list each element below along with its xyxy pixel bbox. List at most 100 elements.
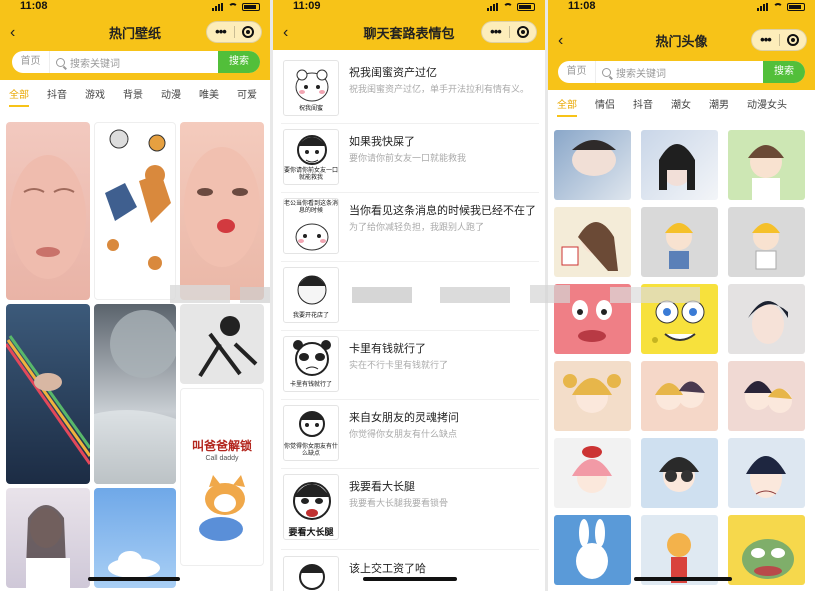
sticker-list-item[interactable]: 祝我闺蜜 祝我闺蜜资产过亿 祝我闺蜜资产过亿，单手开法拉利有情有义。 [281, 56, 539, 124]
sky-cloud-image [108, 551, 160, 578]
wallpaper-tile[interactable] [6, 488, 90, 588]
item-title: 该上交工资了哈 [349, 563, 426, 575]
sticker-list-item[interactable]: 该上交工资了哈 [281, 552, 539, 591]
wifi-icon [773, 3, 783, 11]
item-subtitle: 要你请你前女友一口就能救我 [349, 153, 467, 163]
wallpaper-tile[interactable] [94, 488, 176, 588]
avatar-image [746, 456, 786, 498]
avatar-tile[interactable] [728, 361, 805, 431]
tab-trendy-female[interactable]: 潮女 [662, 92, 700, 120]
sticker-list-item[interactable]: 要你请你前女友一口就能救我 如果我快屎了 要你请你前女友一口就能救我 [281, 125, 539, 193]
sticker-caption: 要看大长腿 [288, 527, 334, 537]
avatar-image [752, 223, 780, 270]
sticker-caption: 要你请你前女友一口就能救我 [284, 168, 339, 181]
item-title: 我要看大长腿 [349, 481, 415, 493]
wallpaper-tile[interactable] [94, 122, 176, 300]
signal-icon [757, 3, 769, 11]
planet-sea-image [94, 310, 176, 484]
tab-douyin[interactable]: 抖音 [38, 82, 76, 110]
avatar-tile[interactable] [728, 207, 805, 277]
avatar-tile[interactable] [554, 130, 631, 200]
home-indicator [88, 577, 180, 581]
wifi-icon [228, 3, 238, 11]
item-subtitle: 实在不行卡里有钱就行了 [349, 360, 449, 370]
status-bar: 11:09 [273, 0, 545, 18]
wallpaper-tile[interactable] [6, 304, 90, 484]
avatar-tile[interactable] [554, 361, 631, 431]
sticker-thumbnail: 要你请你前女友一口就能救我 [283, 129, 339, 185]
sticker-list-item[interactable]: 卡里有钱就行了 卡里有钱就行了 实在不行卡里有钱就行了 [281, 332, 539, 400]
wallpaper-tile[interactable] [94, 304, 176, 484]
avatar-tile[interactable] [554, 207, 631, 277]
more-icon[interactable]: ••• [752, 31, 779, 49]
sticker-thumbnail [283, 556, 339, 591]
cartoon-cat-mouse-image [105, 129, 171, 270]
close-miniapp-icon[interactable] [235, 26, 261, 38]
miniapp-capsule: ••• [206, 21, 262, 43]
item-subtitle: 我要看大长腿我要看锁骨 [349, 498, 449, 508]
avatar-image [748, 145, 784, 200]
wifi-icon [503, 3, 513, 11]
search-button[interactable]: 搜索 [763, 61, 805, 83]
more-icon[interactable]: ••• [207, 23, 234, 41]
wallpaper-tile[interactable] [6, 122, 90, 300]
tab-background[interactable]: 背景 [114, 82, 152, 110]
sticker-list-item[interactable]: 要看大长腿 我要看大长腿 我要看大长腿我要看锁骨 [281, 470, 539, 550]
status-bar: 11:08 [0, 0, 270, 18]
sticker-thumbnail: 卡里有钱就行了 [283, 336, 339, 392]
sticker-caption: 你觉得你女朋友有什么缺点 [284, 444, 339, 457]
search-button[interactable]: 搜索 [218, 51, 260, 73]
girl-portrait-image [26, 505, 70, 588]
home-link[interactable]: 首页 [558, 61, 596, 83]
ocean-rainbow-image [6, 335, 90, 465]
sticker-list-item[interactable]: 你觉得你女朋友有什么缺点 来自女朋友的灵魂拷问 你觉得你女朋友有什么缺点 [281, 401, 539, 469]
wallpaper-tile[interactable] [180, 122, 264, 300]
avatar-tile[interactable] [641, 438, 718, 508]
home-indicator [634, 577, 732, 581]
avatar-tile[interactable] [728, 438, 805, 508]
tab-all[interactable]: 全部 [548, 92, 586, 120]
item-subtitle: 你觉得你女朋友有什么缺点 [349, 429, 458, 439]
avatar-image [659, 144, 695, 190]
tab-couple[interactable]: 情侣 [586, 92, 624, 120]
tab-cute[interactable]: 可爱 [228, 82, 266, 110]
nav-bar: ‹ 聊天套路表情包 ••• [273, 18, 545, 48]
search-input[interactable]: 搜索关键词 [596, 61, 763, 83]
avatar-tile[interactable] [728, 130, 805, 200]
more-icon[interactable]: ••• [482, 23, 509, 41]
tab-game[interactable]: 游戏 [76, 82, 114, 110]
signal-icon [487, 3, 499, 11]
tab-anime[interactable]: 动漫 [152, 82, 190, 110]
watermark-band [0, 283, 815, 307]
avatar-image [742, 539, 794, 579]
avatar-image [572, 446, 612, 493]
face-wallpaper-image [10, 155, 86, 279]
wallpaper-tile[interactable] [180, 304, 264, 384]
home-link[interactable]: 首页 [12, 51, 50, 73]
avatar-tile[interactable] [641, 130, 718, 200]
avatar-tile[interactable] [728, 515, 805, 585]
avatar-tile[interactable] [554, 438, 631, 508]
avatar-tile[interactable] [641, 207, 718, 277]
avatar-tile[interactable] [641, 515, 718, 585]
sticker-list-item[interactable]: 老公当你看到这条消息的时候 当你看见这条消息的时候我已经不在了 为了给你减轻负担… [281, 194, 539, 262]
close-miniapp-icon[interactable] [510, 26, 536, 38]
tab-all[interactable]: 全部 [0, 82, 38, 110]
avatar-image [576, 519, 608, 579]
avatar-tile[interactable] [641, 361, 718, 431]
sticker-caption: 卡里有钱就行了 [289, 382, 332, 388]
tab-aesthetic[interactable]: 唯美 [190, 82, 228, 110]
close-miniapp-icon[interactable] [780, 34, 806, 46]
status-time: 11:08 [568, 0, 596, 12]
sticker-thumbnail: 老公当你看到这条消息的时候 [283, 198, 339, 254]
tab-trendy-male[interactable]: 潮男 [700, 92, 738, 120]
search-input[interactable]: 搜索关键词 [50, 51, 218, 73]
face-kiss-image [184, 147, 260, 267]
wallpaper-tile[interactable]: 叫爸爸解锁 Call daddy [180, 388, 264, 566]
avatar-image [744, 381, 792, 413]
avatar-tile[interactable] [554, 515, 631, 585]
tab-anime-female[interactable]: 动漫女头 [738, 92, 796, 120]
item-title: 如果我快屎了 [349, 136, 415, 148]
tab-douyin[interactable]: 抖音 [624, 92, 662, 120]
item-title: 来自女朋友的灵魂拷问 [349, 412, 459, 424]
